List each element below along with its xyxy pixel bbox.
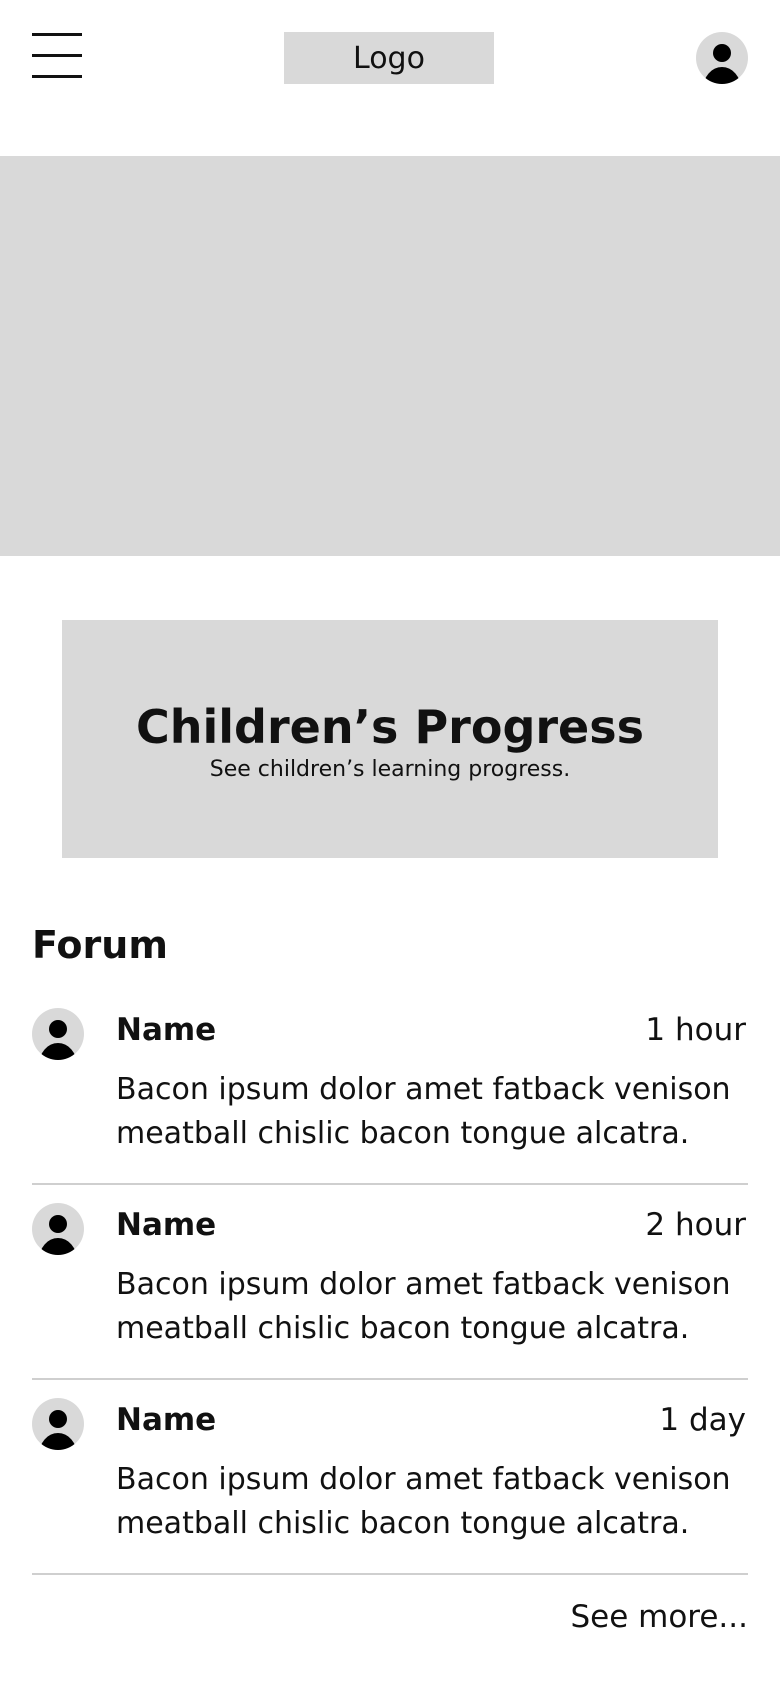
forum-post[interactable]: Name 1 hour Bacon ipsum dolor amet fatba… [32,990,748,1185]
forum-heading: Forum [32,923,168,967]
childrens-progress-card[interactable]: Children’s Progress See children’s learn… [62,620,718,858]
forum-post-time: 1 hour [645,1012,746,1048]
forum-post-author[interactable]: Name [116,1205,216,1245]
forum-post-text: Bacon ipsum dolor amet fatback venison m… [116,1072,731,1151]
forum-post-time: 1 day [659,1402,746,1438]
avatar-body [39,1238,77,1255]
forum-post-text: Bacon ipsum dolor amet fatback venison m… [116,1462,731,1541]
avatar-body [703,67,741,84]
avatar-head [713,44,731,62]
progress-card-subtitle: See children’s learning progress. [209,757,571,782]
forum-post-author[interactable]: Name [116,1400,216,1440]
progress-card-title: Children’s Progress [135,700,645,754]
menu-bar-middle [32,54,82,57]
avatar-head [49,1215,67,1233]
user-avatar-icon[interactable] [32,1203,84,1255]
menu-bar-bottom [32,75,82,78]
avatar-head [49,1410,67,1428]
menu-bar-top [32,33,82,36]
forum-post-list: Name 1 hour Bacon ipsum dolor amet fatba… [32,990,748,1575]
forum-post-text: Bacon ipsum dolor amet fatback venison m… [116,1267,731,1346]
forum-post-author[interactable]: Name [116,1010,216,1050]
avatar-body [39,1043,77,1060]
see-more-link[interactable]: See more... [570,1595,748,1639]
hamburger-menu-icon[interactable] [32,33,82,78]
logo[interactable]: Logo [284,32,494,84]
forum-post[interactable]: Name 2 hour Bacon ipsum dolor amet fatba… [32,1185,748,1380]
avatar-body [39,1433,77,1450]
forum-post[interactable]: Name 1 day Bacon ipsum dolor amet fatbac… [32,1380,748,1575]
user-avatar-icon[interactable] [32,1008,84,1060]
user-avatar-icon[interactable] [696,32,748,84]
user-avatar-icon[interactable] [32,1398,84,1450]
app-header: Logo [0,0,780,120]
hero-image-placeholder [0,156,780,556]
forum-post-time: 2 hour [645,1207,746,1243]
avatar-head [49,1020,67,1038]
